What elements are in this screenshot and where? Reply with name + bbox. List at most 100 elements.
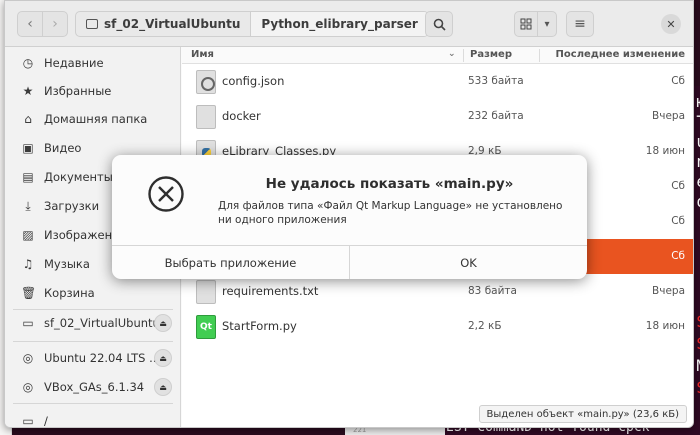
choose-app-button[interactable]: Выбрать приложение: [112, 246, 349, 279]
file-modified: 18 июн: [645, 145, 685, 157]
file-modified: 18 июн: [645, 320, 685, 332]
chevron-left-icon: ‹: [27, 16, 33, 32]
sidebar-device-ubuntu-iso[interactable]: ◎ Ubuntu 22.04 LTS ... ⏏: [5, 344, 181, 372]
dialog-buttons: Выбрать приложение OK: [112, 245, 587, 279]
close-icon: ✕: [666, 17, 676, 31]
terminal-line: M: [696, 356, 700, 375]
file-size: 83 байта: [468, 285, 517, 297]
sidebar-item-label: Домашняя папка: [44, 112, 148, 126]
column-headers: Имя ⌄ Размер Последнее изменение: [182, 47, 693, 64]
terminal-line: n: [696, 152, 700, 171]
grid-icon: [520, 18, 532, 30]
path-bar: sf_02_VirtualUbuntu Python_elibrary_pars…: [75, 11, 429, 37]
file-row[interactable]: Qt StartForm.py 2,2 кБ 18 июн: [182, 309, 693, 344]
file-size: 533 байта: [468, 75, 524, 87]
music-icon: ♫: [22, 257, 34, 271]
sort-descending-icon: ⌄: [448, 49, 456, 59]
file-name: requirements.txt: [222, 284, 319, 298]
disc-icon: ◎: [22, 351, 34, 365]
breadcrumb-label: Python_elibrary_parser: [261, 17, 418, 31]
clock-icon: ◷: [22, 56, 34, 70]
breadcrumb-root[interactable]: sf_02_VirtualUbuntu: [76, 12, 252, 36]
file-row[interactable]: docker 232 байта Вчера: [182, 99, 693, 134]
ok-button[interactable]: OK: [349, 246, 587, 279]
sidebar-item-label: Ubuntu 22.04 LTS ...: [44, 351, 161, 365]
file-modified: Сб: [671, 250, 685, 262]
view-mode-button[interactable]: [514, 11, 538, 37]
sidebar-item-trash[interactable]: 🗑 Корзина: [5, 279, 181, 307]
document-icon: ▤: [22, 170, 34, 184]
back-button[interactable]: ‹: [17, 11, 43, 37]
chevron-right-icon: ›: [52, 16, 58, 32]
sidebar-device-shared-folder[interactable]: ▭ sf_02_VirtualUbuntu ⏏: [5, 309, 181, 337]
file-size: 232 байта: [468, 110, 524, 122]
video-icon: ▣: [22, 141, 34, 155]
file-modified: Вчера: [652, 285, 685, 297]
sidebar-item-home[interactable]: ⌂ Домашняя папка: [5, 105, 181, 133]
file-name: config.json: [222, 74, 285, 88]
chevron-down-icon: ▾: [544, 18, 550, 30]
eject-icon[interactable]: ⏏: [154, 378, 172, 396]
sidebar-item-label: Музыка: [44, 257, 90, 271]
home-icon: ⌂: [24, 112, 32, 126]
column-divider: [539, 49, 540, 62]
sidebar-item-label: Видео: [44, 141, 82, 155]
download-icon: ⤓: [25, 198, 31, 213]
eject-icon[interactable]: ⏏: [154, 314, 172, 332]
sidebar-separator: [13, 403, 173, 404]
error-icon: [148, 176, 184, 212]
file-modified: Сб: [671, 180, 685, 192]
search-button[interactable]: [425, 11, 453, 37]
terminal-line: S: [696, 312, 700, 331]
file-row[interactable]: config.json 533 байта Сб: [182, 64, 693, 99]
file-modified: Вчера: [652, 110, 685, 122]
sidebar-separator: [13, 341, 173, 342]
terminal-line: Т: [696, 112, 700, 131]
breadcrumb-label: sf_02_VirtualUbuntu: [104, 17, 241, 31]
view-options-dropdown[interactable]: ▾: [537, 11, 557, 37]
file-name: StartForm.py: [222, 319, 297, 333]
sidebar-device-root[interactable]: ▭ /: [5, 407, 181, 428]
terminal-line: S: [696, 378, 700, 397]
image-icon: ▨: [22, 228, 34, 242]
eject-icon[interactable]: ⏏: [154, 349, 172, 367]
terminal-line: о: [696, 192, 700, 211]
terminal-line: u: [696, 132, 700, 151]
column-header-name[interactable]: Имя: [191, 49, 214, 60]
disc-icon: ◎: [22, 380, 34, 394]
column-header-size[interactable]: Размер: [470, 49, 512, 60]
sidebar-item-label: /: [44, 414, 48, 428]
search-icon: [433, 18, 446, 31]
drive-icon: [86, 19, 98, 29]
main-menu-button[interactable]: ≡: [566, 11, 594, 37]
sidebar-item-label: Корзина: [44, 286, 95, 300]
sidebar-item-label: Загрузки: [44, 199, 100, 213]
column-header-modified[interactable]: Последнее изменение: [556, 49, 685, 60]
drive-icon: ▭: [22, 316, 34, 330]
file-icon: [196, 105, 216, 129]
dialog-title: Не удалось показать «main.py»: [265, 176, 514, 192]
forward-button[interactable]: ›: [42, 11, 68, 37]
sidebar-item-recent[interactable]: ◷ Недавние: [5, 49, 181, 77]
file-modified: Сб: [671, 215, 685, 227]
terminal-line: ю: [696, 92, 700, 111]
file-row[interactable]: requirements.txt 83 байта Вчера: [182, 274, 693, 309]
sidebar-item-starred[interactable]: ★ Избранные: [5, 77, 181, 105]
sidebar-item-label: Недавние: [44, 56, 104, 70]
headerbar: ‹ › sf_02_VirtualUbuntu Python_elibrary_…: [5, 1, 693, 47]
file-name: docker: [222, 109, 261, 123]
qt-file-icon: Qt: [196, 315, 216, 339]
config-file-icon: [196, 70, 216, 94]
error-dialog: Не удалось показать «main.py» Для файлов…: [112, 155, 587, 279]
trash-icon: 🗑: [21, 286, 37, 300]
window-close-button[interactable]: ✕: [661, 14, 681, 34]
file-size: 2,2 кБ: [468, 320, 502, 332]
status-text: Выделен объект «main.py» (23,6 кБ): [486, 408, 679, 420]
hamburger-menu-icon: ≡: [574, 16, 586, 32]
column-divider: [463, 49, 464, 62]
dialog-message: Для файлов типа «Файл Qt Markup Language…: [218, 200, 563, 226]
sidebar-device-vbox-gas[interactable]: ◎ VBox_GAs_6.1.34 ⏏: [5, 373, 181, 401]
selection-status: Выделен объект «main.py» (23,6 кБ): [478, 405, 687, 423]
breadcrumb-current[interactable]: Python_elibrary_parser: [251, 12, 428, 36]
file-modified: Сб: [671, 75, 685, 87]
